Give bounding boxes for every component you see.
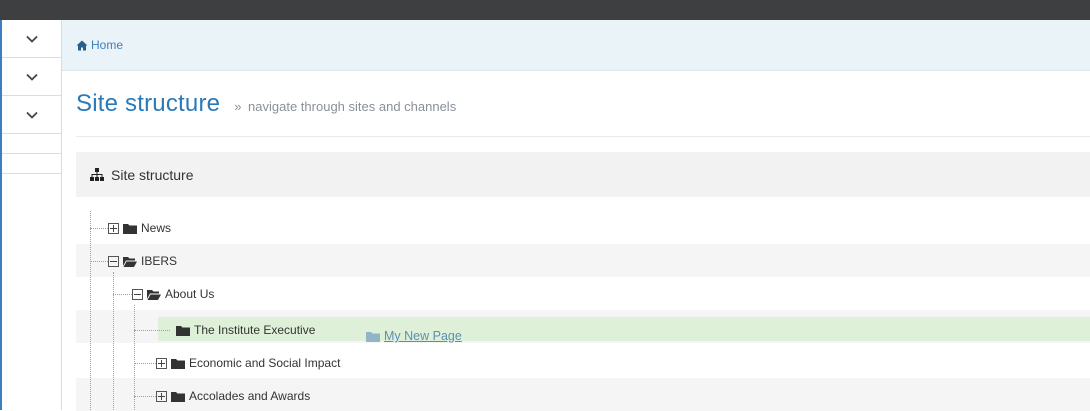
tree-node-label: Accolades and Awards [189, 389, 311, 403]
sidebar-item[interactable] [2, 154, 62, 174]
top-bar [0, 0, 1090, 20]
tree-guide-line [113, 294, 132, 295]
tree-row [76, 277, 1090, 310]
breadcrumb-home-link[interactable]: Home [91, 38, 123, 52]
chevron-down-icon [26, 35, 38, 43]
sidebar-toggle-2[interactable] [2, 58, 62, 96]
folder-icon [366, 331, 380, 342]
tree-guide-line [134, 396, 156, 397]
folder-open-icon [123, 256, 137, 267]
tree-node-label: The Institute Executive [194, 323, 316, 337]
main-content: Home Site structure » navigate through s… [62, 20, 1090, 411]
tree-guide-line [90, 211, 91, 410]
folder-open-icon [147, 289, 161, 300]
site-tree: News IBERS About Us The Institute Execut… [76, 197, 1090, 411]
collapse-icon[interactable] [132, 288, 143, 300]
folder-icon [171, 391, 185, 402]
tree-node-label: IBERS [141, 254, 178, 268]
tree-node-label: Economic and Social Impact [189, 356, 341, 370]
expand-icon[interactable] [108, 222, 119, 234]
chevron-down-icon [26, 111, 38, 119]
panel-header: Site structure [76, 152, 1090, 197]
tree-guide-line [90, 228, 108, 229]
sitemap-icon [90, 168, 104, 181]
drag-item-my-new-page[interactable]: My New Page [366, 328, 462, 344]
tree-node-institute-executive[interactable]: The Institute Executive [176, 323, 315, 337]
tree-guide-line [113, 272, 114, 410]
sidebar-item[interactable] [2, 134, 62, 154]
tree-node-ibers[interactable]: IBERS [108, 254, 177, 268]
tree-node-label: About Us [165, 287, 215, 301]
tree-guide-line [134, 305, 135, 410]
chevron-down-icon [26, 73, 38, 81]
folder-icon [123, 223, 137, 234]
sidebar-toggle-3[interactable] [2, 96, 62, 134]
tree-guide-line [90, 261, 108, 262]
drag-item-label: My New Page [384, 329, 462, 343]
folder-icon [171, 358, 185, 369]
site-structure-panel: Site structure News IBERS About Us The I… [76, 152, 1090, 411]
tree-node-label: News [141, 221, 172, 235]
page-subtitle-text: navigate through sites and channels [248, 99, 457, 114]
tree-guide-line [134, 330, 170, 331]
page-subtitle: » navigate through sites and channels [234, 99, 456, 114]
expand-icon[interactable] [156, 357, 167, 369]
expand-icon[interactable] [156, 390, 167, 402]
panel-title: Site structure [111, 166, 194, 183]
subtitle-marker: » [234, 99, 242, 114]
tree-row [76, 244, 1090, 277]
tree-node-economic-social-impact[interactable]: Economic and Social Impact [156, 356, 340, 370]
tree-guide-line [134, 363, 156, 364]
tree-node-about-us[interactable]: About Us [132, 287, 214, 301]
sidebar-toggle-1[interactable] [2, 20, 62, 58]
folder-icon [176, 325, 190, 336]
page-header: Site structure » navigate through sites … [76, 71, 1090, 137]
tree-row [76, 211, 1090, 244]
tree-node-accolades-awards[interactable]: Accolades and Awards [156, 389, 310, 403]
sidebar [0, 20, 62, 410]
breadcrumb: Home [62, 20, 1090, 71]
collapse-icon[interactable] [108, 255, 119, 267]
page-title: Site structure [76, 89, 221, 117]
home-icon [76, 40, 88, 50]
tree-node-news[interactable]: News [108, 221, 171, 235]
